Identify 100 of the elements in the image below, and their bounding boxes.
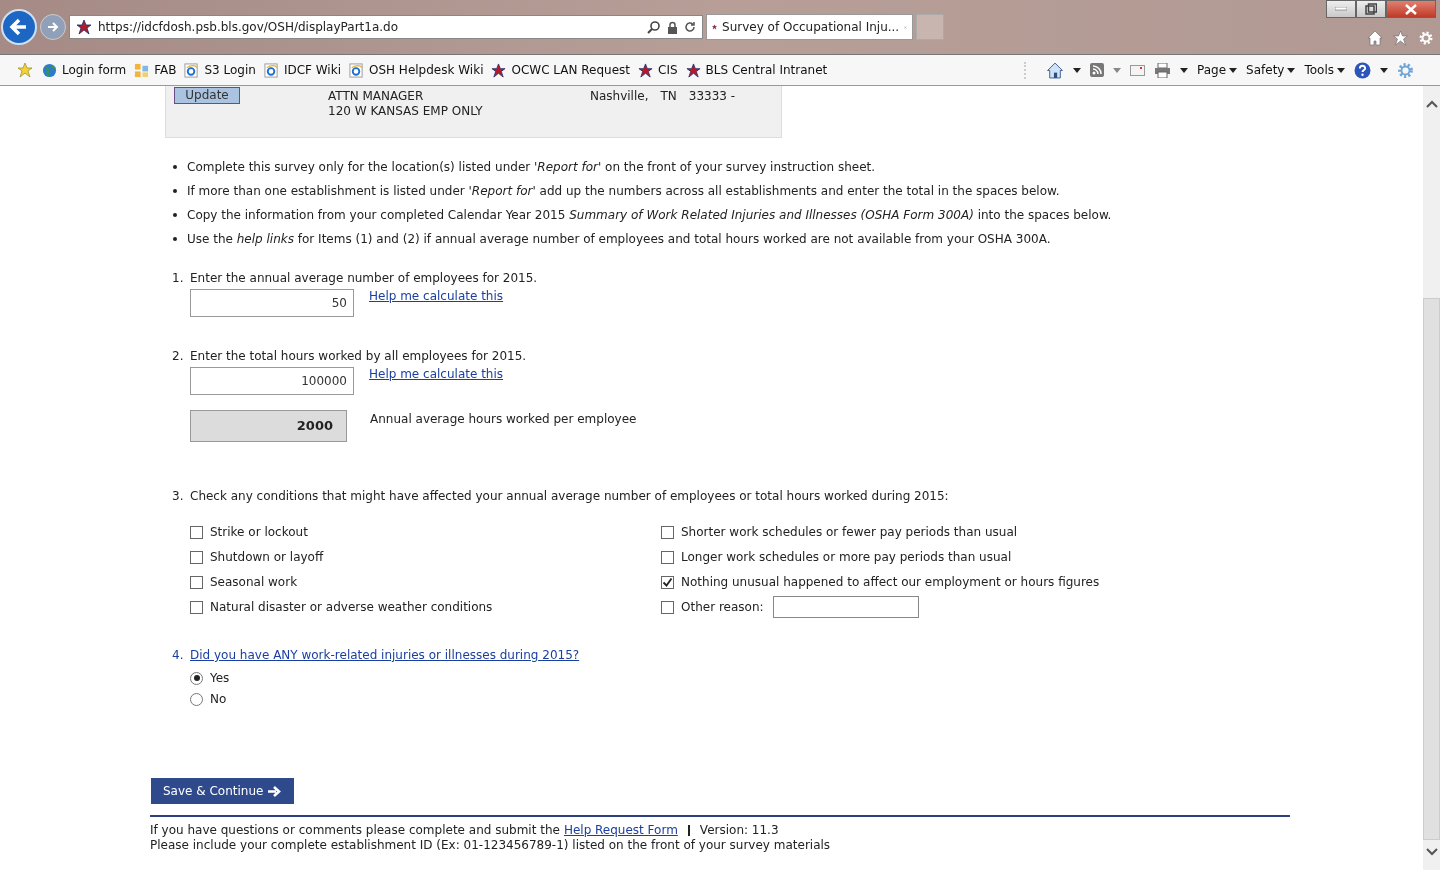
- radio-label: No: [210, 692, 227, 706]
- checkbox[interactable]: [661, 550, 674, 564]
- arrow-icon: [268, 785, 283, 797]
- checkbox[interactable]: [661, 525, 674, 539]
- scroll-up-icon[interactable]: [1425, 100, 1438, 108]
- restore-icon: [1365, 3, 1377, 15]
- restore-button[interactable]: [1356, 0, 1386, 18]
- toolbar-menu[interactable]: Safety: [1246, 63, 1296, 77]
- checkbox-label: Shutdown or layoff: [210, 550, 324, 564]
- computed-label: Annual average hours worked per employee: [370, 412, 637, 426]
- favorite-link[interactable]: OSH Helpdesk Wiki: [348, 62, 484, 78]
- footer-note: Please include your complete establishment ID (Ex: 01-123456789-1) listed on the front of your survey materials: [150, 838, 832, 853]
- home-icon[interactable]: [1367, 30, 1383, 46]
- computed-field: 2000: [190, 410, 347, 442]
- city-text: Nashville,: [590, 89, 649, 103]
- employees-input[interactable]: 50: [190, 289, 354, 317]
- hours-input[interactable]: 100000: [190, 367, 354, 395]
- url-text: https://idcfdosh.psb.bls.gov/OSH/displayPart1a.do: [98, 20, 400, 34]
- question-text: Enter the total hours worked by all employees for 2015.: [190, 348, 527, 365]
- checkbox[interactable]: [661, 600, 674, 614]
- question-text: Enter the annual average number of employees for 2015.: [190, 270, 538, 287]
- version-text: Version: 11.3: [699, 823, 779, 838]
- radio-button[interactable]: [190, 692, 203, 706]
- forward-arrow-icon: [46, 20, 60, 34]
- star-icon[interactable]: [1392, 30, 1409, 46]
- question-text: Check any conditions that might have affected your annual average number of employees or total hours worked during 2015:: [190, 488, 949, 505]
- favorite-link[interactable]: BLS Central Intranet: [685, 62, 828, 78]
- lock-icon: [667, 20, 678, 34]
- instruction-text: If more than one establishment is listed under 'Report for' add up the numbers across all establishments and enter the total in the spaces below.: [187, 183, 1060, 200]
- browser-tab[interactable]: Survey of Occupational Inju...: [706, 14, 913, 40]
- dropdown-arrow-icon[interactable]: [1073, 67, 1081, 73]
- favorite-link[interactable]: FAB: [134, 62, 177, 78]
- instruction-text: Copy the information from your completed Calendar Year 2015 Summary of Work Related Injuries and Illnesses (OSHA Form 300A) into the spaces below.: [187, 207, 1112, 224]
- checkbox-label: Shorter work schedules or fewer pay periods than usual: [681, 525, 1018, 539]
- question-number: 2.: [172, 348, 182, 365]
- favorites-star-icon[interactable]: [16, 62, 34, 78]
- star-icon: [638, 62, 654, 78]
- help-request-link[interactable]: Help Request Form: [563, 823, 678, 838]
- globe-icon: [42, 62, 57, 78]
- question-number: 3.: [172, 488, 182, 505]
- page-icon: [184, 62, 200, 78]
- close-icon: [1405, 3, 1417, 15]
- dropdown-arrow-icon[interactable]: [1180, 67, 1188, 73]
- toolbar-menu[interactable]: Tools: [1304, 63, 1345, 77]
- address-line: ATTN MANAGER: [328, 89, 425, 104]
- checkbox-label: Longer work schedules or more pay periods than usual: [681, 550, 1012, 564]
- close-button[interactable]: [1386, 0, 1436, 18]
- star-icon: [491, 62, 507, 78]
- instruction-text: Complete this survey only for the location(s) listed under 'Report for' on the front of your survey instruction sheet.: [187, 159, 876, 176]
- favorite-link[interactable]: Login form: [42, 62, 127, 78]
- toolbar-menu[interactable]: Page: [1197, 63, 1238, 77]
- tiles-icon: [134, 62, 150, 78]
- checkbox-label: Strike or lockout: [210, 525, 308, 539]
- back-button[interactable]: [1, 9, 37, 45]
- zip-text: 33333 -: [688, 89, 736, 103]
- checkbox[interactable]: [190, 550, 203, 564]
- question-link[interactable]: Did you have ANY work-related injuries or illnesses during 2015?: [190, 646, 580, 664]
- star-icon: [685, 62, 701, 78]
- checkbox-label: Seasonal work: [210, 575, 298, 589]
- mail-icon[interactable]: [1130, 64, 1145, 76]
- question-number: 4.: [172, 647, 182, 664]
- favorite-link[interactable]: CIS: [638, 62, 678, 78]
- update-button[interactable]: Update: [174, 87, 240, 104]
- favorite-link[interactable]: S3 Login: [184, 62, 256, 78]
- checkbox[interactable]: [190, 600, 203, 614]
- star-icon: [76, 19, 92, 35]
- forward-button[interactable]: [40, 14, 66, 40]
- help-link[interactable]: Help me calculate this: [369, 289, 504, 303]
- favorite-link[interactable]: IDCF Wiki: [263, 62, 341, 78]
- help-icon[interactable]: [1354, 61, 1371, 79]
- checkmark-icon: [662, 576, 673, 588]
- feed-icon[interactable]: [1090, 63, 1104, 77]
- radio-label: Yes: [210, 671, 230, 685]
- other-reason-input[interactable]: [772, 596, 919, 618]
- checkbox[interactable]: [190, 525, 203, 539]
- state-text: TN: [660, 89, 677, 103]
- printer-icon[interactable]: [1154, 62, 1171, 78]
- refresh-icon[interactable]: [684, 21, 696, 33]
- instruction-text: Use the help links for Items (1) and (2) if annual average number of employees and total hours worked are not available from your OSHA 300A.: [187, 231, 1051, 248]
- home-icon[interactable]: [1046, 61, 1064, 79]
- favorite-link[interactable]: OCWC LAN Request: [491, 62, 631, 78]
- minimize-icon: [1335, 7, 1347, 11]
- question-number: 1.: [172, 270, 182, 287]
- address-bar[interactable]: https://idcfdosh.psb.bls.gov/OSH/displayPart1a.do: [69, 15, 703, 39]
- checkbox[interactable]: [190, 575, 203, 589]
- minimize-button[interactable]: [1326, 0, 1356, 18]
- tab-title: Survey of Occupational Inju...: [722, 20, 900, 34]
- address-line: 120 W KANSAS EMP ONLY: [328, 104, 483, 119]
- save-continue-button[interactable]: Save & Continue: [151, 778, 295, 804]
- footer-text: If you have questions or comments please complete and submit the: [150, 823, 560, 838]
- scroll-down-icon[interactable]: [1425, 848, 1438, 856]
- checkbox-label: Other reason:: [681, 600, 764, 614]
- search-icon[interactable]: [647, 20, 661, 34]
- page-icon: [263, 62, 279, 78]
- help-link[interactable]: Help me calculate this: [369, 367, 504, 381]
- checkbox[interactable]: [661, 575, 674, 589]
- checkbox-label: Nothing unusual happened to affect our employment or hours figures: [681, 575, 1100, 589]
- page-icon: [348, 62, 364, 78]
- dropdown-arrow-icon[interactable]: [1380, 67, 1388, 73]
- radio-button[interactable]: [190, 671, 203, 685]
